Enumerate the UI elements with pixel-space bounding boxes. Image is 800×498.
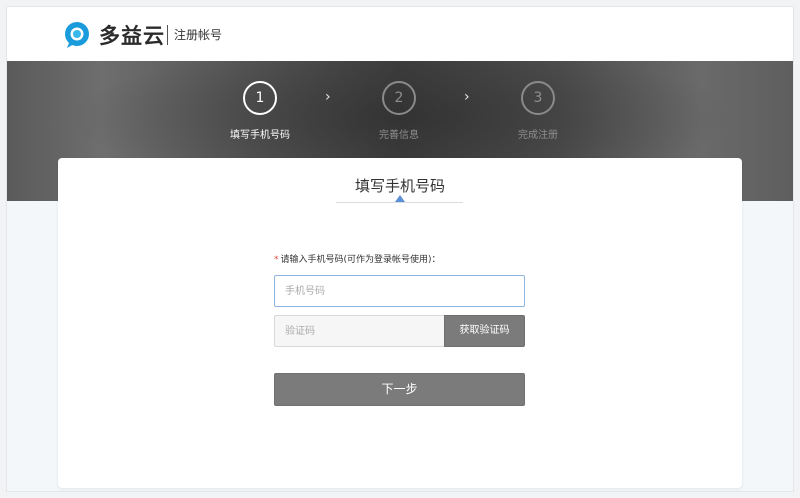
step-1: 1 填写手机号码 <box>215 81 305 141</box>
card-title: 填写手机号码 <box>354 177 445 195</box>
step-number: 1 <box>243 81 277 115</box>
chat-bubble-logo-icon <box>65 22 89 48</box>
step-3: 3 完成注册 <box>493 81 583 141</box>
required-mark: * <box>274 255 279 265</box>
verification-code-input[interactable] <box>274 315 444 347</box>
header-subtitle: 注册帐号 <box>174 28 223 42</box>
chevron-right-icon: › <box>325 89 331 105</box>
step-2: 2 完善信息 <box>354 81 444 141</box>
phone-label-text: 请输入手机号码(可作为登录帐号使用)： <box>280 255 441 265</box>
logo-text: 多益云 <box>99 24 165 48</box>
top-header: 多益云 注册帐号 <box>7 7 793 61</box>
step-number: 2 <box>382 81 416 115</box>
phone-field-label: * 请输入手机号码(可作为登录帐号使用)： <box>274 252 441 265</box>
step-label: 填写手机号码 <box>230 130 290 141</box>
phone-number-input[interactable] <box>274 275 525 307</box>
step-number: 3 <box>521 81 555 115</box>
next-step-button[interactable]: 下一步 <box>274 373 525 406</box>
step-label: 完善信息 <box>379 130 419 141</box>
chevron-right-icon: › <box>464 89 470 105</box>
title-underline <box>336 202 463 203</box>
caret-up-icon <box>395 195 405 202</box>
form-card: 填写手机号码 *请输入手机号码(可作为登录帐号使用)： 获取验证码 下一步 <box>58 158 742 488</box>
logo-divider <box>167 25 168 45</box>
get-verification-code-button[interactable]: 获取验证码 <box>444 315 525 347</box>
step-label: 完成注册 <box>518 130 558 141</box>
page-frame: 多益云 注册帐号 1 填写手机号码 › 2 完善信息 › 3 完成注册 填写手机… <box>6 6 794 492</box>
